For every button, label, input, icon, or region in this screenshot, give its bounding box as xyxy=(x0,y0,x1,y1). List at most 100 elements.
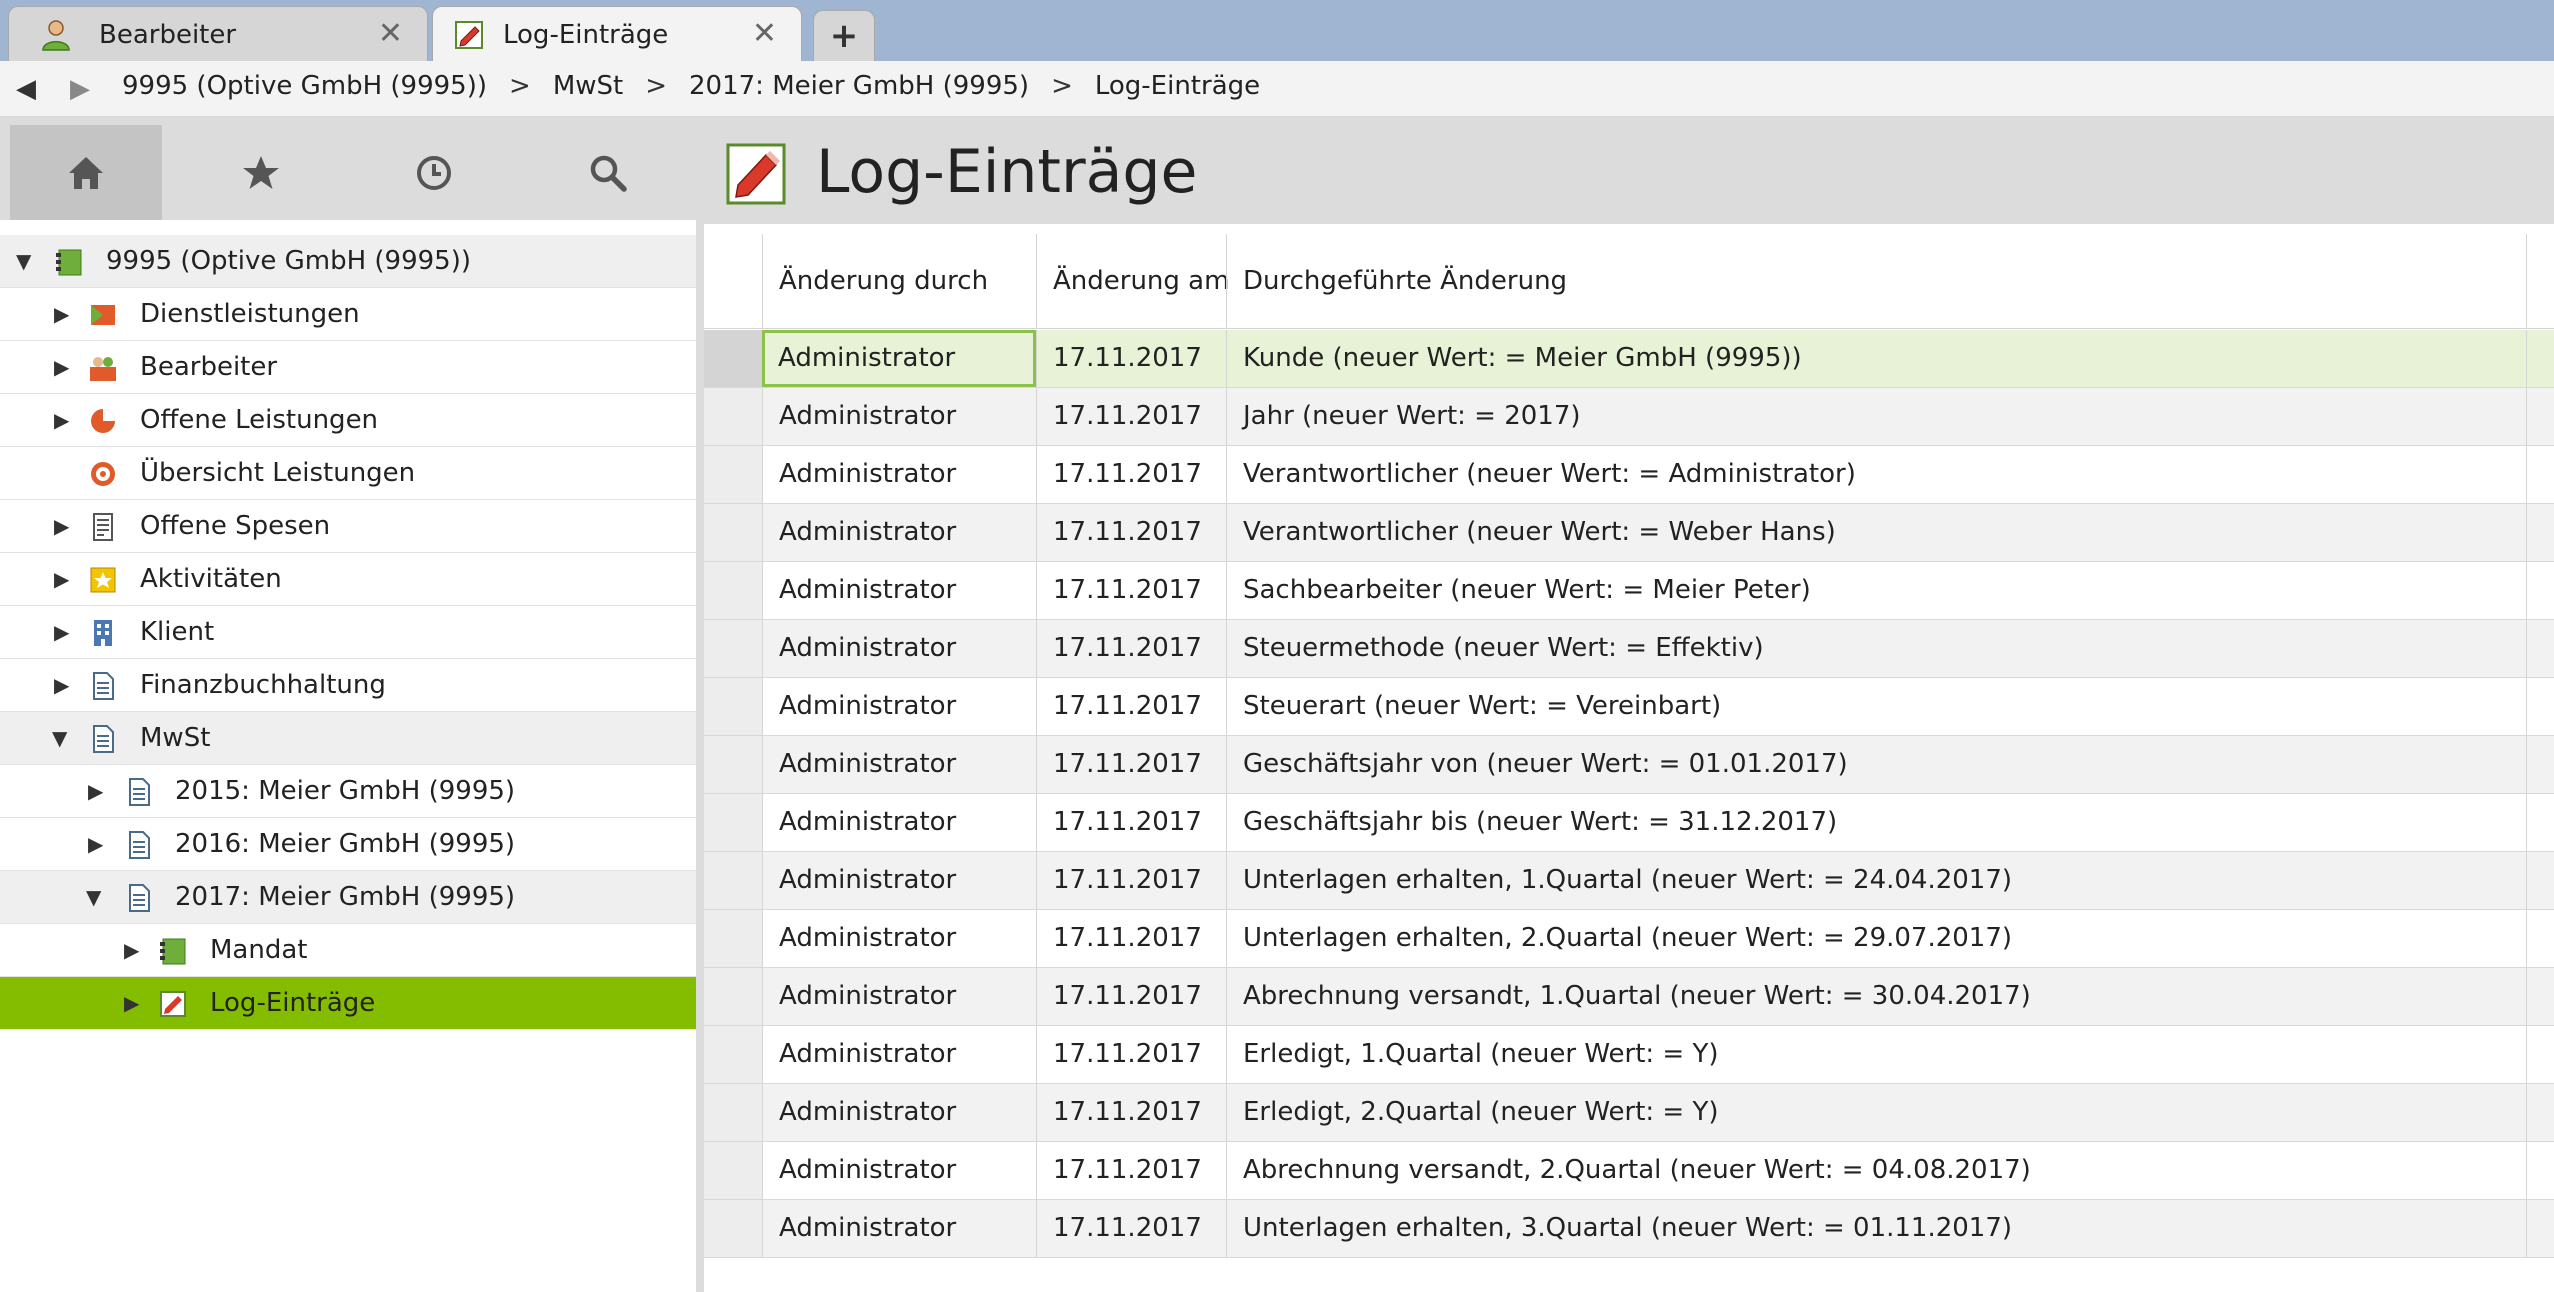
row-header[interactable] xyxy=(704,910,763,967)
table-row[interactable]: Administrator 17.11.2017 Sachbearbeiter (n… xyxy=(704,562,2554,620)
cell-aenderung-durch[interactable]: Administrator xyxy=(762,1026,1036,1083)
expand-icon[interactable]: ▶ xyxy=(54,620,69,644)
cell-aenderung-am[interactable]: 17.11.2017 xyxy=(1036,1200,1226,1257)
cell-durchgefuehrte-aenderung[interactable]: Erledigt, 2.Quartal (neuer Wert: = Y) xyxy=(1226,1084,2526,1141)
tree-item-aktivitaeten[interactable]: ▶ Aktivitäten xyxy=(0,553,696,606)
expand-icon[interactable]: ▶ xyxy=(54,673,69,697)
cell-durchgefuehrte-aenderung[interactable]: Sachbearbeiter (neuer Wert: = Meier Pete… xyxy=(1226,562,2526,619)
cell-aenderung-am[interactable]: 17.11.2017 xyxy=(1036,910,1226,967)
tree-item-uebersicht-leistungen[interactable]: Übersicht Leistungen xyxy=(0,447,696,500)
cell-durchgefuehrte-aenderung[interactable]: Unterlagen erhalten, 2.Quartal (neuer We… xyxy=(1226,910,2526,967)
table-row[interactable]: Administrator 17.11.2017 Unterlagen erhalt… xyxy=(704,1200,2554,1258)
cell-aenderung-durch[interactable]: Administrator xyxy=(762,1142,1036,1199)
close-icon[interactable]: ✕ xyxy=(752,16,777,51)
tree-item-root[interactable]: ▼ 9995 (Optive GmbH (9995)) xyxy=(0,235,696,288)
forward-button[interactable]: ▶ xyxy=(70,67,90,111)
cell-aenderung-durch[interactable]: Administrator xyxy=(762,968,1036,1025)
cell-durchgefuehrte-aenderung[interactable]: Erledigt, 1.Quartal (neuer Wert: = Y) xyxy=(1226,1026,2526,1083)
cell-durchgefuehrte-aenderung[interactable]: Verantwortlicher (neuer Wert: = Weber Ha… xyxy=(1226,504,2526,561)
expand-icon[interactable]: ▶ xyxy=(54,567,69,591)
cell-durchgefuehrte-aenderung[interactable]: Abrechnung versandt, 2.Quartal (neuer We… xyxy=(1226,1142,2526,1199)
cell-aenderung-am[interactable]: 17.11.2017 xyxy=(1036,794,1226,851)
expand-icon[interactable]: ▶ xyxy=(54,355,69,379)
expand-icon[interactable]: ▶ xyxy=(88,832,103,856)
row-header[interactable] xyxy=(704,330,763,387)
cell-aenderung-am[interactable]: 17.11.2017 xyxy=(1036,678,1226,735)
panel-splitter[interactable] xyxy=(696,117,704,1292)
tree-item-2015[interactable]: ▶ 2015: Meier GmbH (9995) xyxy=(0,765,696,818)
table-row[interactable]: Administrator 17.11.2017 Steuermethode (ne… xyxy=(704,620,2554,678)
table-row[interactable]: Administrator 17.11.2017 Steuerart (neuer … xyxy=(704,678,2554,736)
history-button[interactable] xyxy=(358,125,510,220)
close-icon[interactable]: ✕ xyxy=(378,16,403,51)
collapse-icon[interactable]: ▼ xyxy=(16,249,31,273)
table-row[interactable]: Administrator 17.11.2017 Erledigt, 1.Quart… xyxy=(704,1026,2554,1084)
cell-aenderung-durch[interactable]: Administrator xyxy=(762,852,1036,909)
table-row[interactable]: Administrator 17.11.2017 Unterlagen erhalt… xyxy=(704,910,2554,968)
tree-item-2016[interactable]: ▶ 2016: Meier GmbH (9995) xyxy=(0,818,696,871)
table-row[interactable]: Administrator 17.11.2017 Unterlagen erhalt… xyxy=(704,852,2554,910)
cell-aenderung-am[interactable]: 17.11.2017 xyxy=(1036,1084,1226,1141)
table-row[interactable]: Administrator 17.11.2017 Jahr (neuer Wert:… xyxy=(704,388,2554,446)
tab-log-eintraege[interactable]: Log-Einträge ✕ xyxy=(432,6,802,63)
tree-item-log-eintraege[interactable]: ▶ Log-Einträge xyxy=(0,977,696,1030)
cell-aenderung-durch[interactable]: Administrator xyxy=(762,388,1036,445)
cell-aenderung-am[interactable]: 17.11.2017 xyxy=(1036,736,1226,793)
cell-aenderung-durch[interactable]: Administrator xyxy=(762,620,1036,677)
cell-aenderung-am[interactable]: 17.11.2017 xyxy=(1036,1026,1226,1083)
cell-aenderung-am[interactable]: 17.11.2017 xyxy=(1036,562,1226,619)
tree-item-finanzbuchhaltung[interactable]: ▶ Finanzbuchhaltung xyxy=(0,659,696,712)
cell-aenderung-durch[interactable]: Administrator xyxy=(762,678,1036,735)
row-header[interactable] xyxy=(704,562,763,619)
row-header[interactable] xyxy=(704,852,763,909)
tree-item-dienstleistungen[interactable]: ▶ Dienstleistungen xyxy=(0,288,696,341)
tree-item-offene-leistungen[interactable]: ▶ Offene Leistungen xyxy=(0,394,696,447)
expand-icon[interactable]: ▶ xyxy=(124,991,139,1015)
home-button[interactable] xyxy=(10,125,162,220)
row-header[interactable] xyxy=(704,1200,763,1257)
cell-aenderung-am[interactable]: 17.11.2017 xyxy=(1036,620,1226,677)
row-header[interactable] xyxy=(704,1142,763,1199)
table-row[interactable]: Administrator 17.11.2017 Abrechnung versan… xyxy=(704,968,2554,1026)
row-header[interactable] xyxy=(704,1026,763,1083)
column-header-durchgefuehrte-aenderung[interactable]: Durchgeführte Änderung xyxy=(1226,234,2526,328)
row-header[interactable] xyxy=(704,504,763,561)
collapse-icon[interactable]: ▼ xyxy=(52,726,67,750)
cell-aenderung-am[interactable]: 17.11.2017 xyxy=(1036,968,1226,1025)
cell-durchgefuehrte-aenderung[interactable]: Steuerart (neuer Wert: = Vereinbart) xyxy=(1226,678,2526,735)
table-row[interactable]: Administrator 17.11.2017 Abrechnung versan… xyxy=(704,1142,2554,1200)
cell-durchgefuehrte-aenderung[interactable]: Jahr (neuer Wert: = 2017) xyxy=(1226,388,2526,445)
cell-durchgefuehrte-aenderung[interactable]: Unterlagen erhalten, 3.Quartal (neuer We… xyxy=(1226,1200,2526,1257)
cell-durchgefuehrte-aenderung[interactable]: Geschäftsjahr von (neuer Wert: = 01.01.2… xyxy=(1226,736,2526,793)
breadcrumb-item[interactable]: Log-Einträge xyxy=(1095,71,1260,101)
cell-durchgefuehrte-aenderung[interactable]: Verantwortlicher (neuer Wert: = Administ… xyxy=(1226,446,2526,503)
cell-durchgefuehrte-aenderung[interactable]: Kunde (neuer Wert: = Meier GmbH (9995)) xyxy=(1226,330,2526,387)
tree-item-klient[interactable]: ▶ Klient xyxy=(0,606,696,659)
table-row[interactable]: Administrator 17.11.2017 Geschäftsjahr bis… xyxy=(704,794,2554,852)
cell-aenderung-am[interactable]: 17.11.2017 xyxy=(1036,852,1226,909)
breadcrumb-item[interactable]: MwSt xyxy=(553,71,623,101)
breadcrumb-item[interactable]: 2017: Meier GmbH (9995) xyxy=(689,71,1029,101)
row-header[interactable] xyxy=(704,446,763,503)
column-header-aenderung-am[interactable]: Änderung am xyxy=(1036,234,1229,328)
breadcrumb-item[interactable]: 9995 (Optive GmbH (9995)) xyxy=(122,71,487,101)
cell-aenderung-durch[interactable]: Administrator xyxy=(762,446,1036,503)
expand-icon[interactable]: ▶ xyxy=(88,779,103,803)
cell-aenderung-durch[interactable]: Administrator xyxy=(762,736,1036,793)
expand-icon[interactable]: ▶ xyxy=(54,408,69,432)
table-row[interactable]: Administrator 17.11.2017 Erledigt, 2.Quart… xyxy=(704,1084,2554,1142)
row-header[interactable] xyxy=(704,1084,763,1141)
cell-aenderung-am[interactable]: 17.11.2017 xyxy=(1036,330,1226,387)
expand-icon[interactable]: ▶ xyxy=(54,302,69,326)
row-header[interactable] xyxy=(704,794,763,851)
cell-aenderung-durch[interactable]: Administrator xyxy=(762,910,1036,967)
cell-aenderung-durch[interactable]: Administrator xyxy=(762,562,1036,619)
cell-aenderung-durch[interactable]: Administrator xyxy=(762,1200,1036,1257)
back-button[interactable]: ◀ xyxy=(16,67,36,111)
tree-item-offene-spesen[interactable]: ▶ Offene Spesen xyxy=(0,500,696,553)
new-tab-button[interactable]: + xyxy=(813,10,875,61)
cell-aenderung-durch[interactable]: Administrator xyxy=(762,794,1036,851)
row-header[interactable] xyxy=(704,678,763,735)
expand-icon[interactable]: ▶ xyxy=(124,938,139,962)
row-header[interactable] xyxy=(704,736,763,793)
